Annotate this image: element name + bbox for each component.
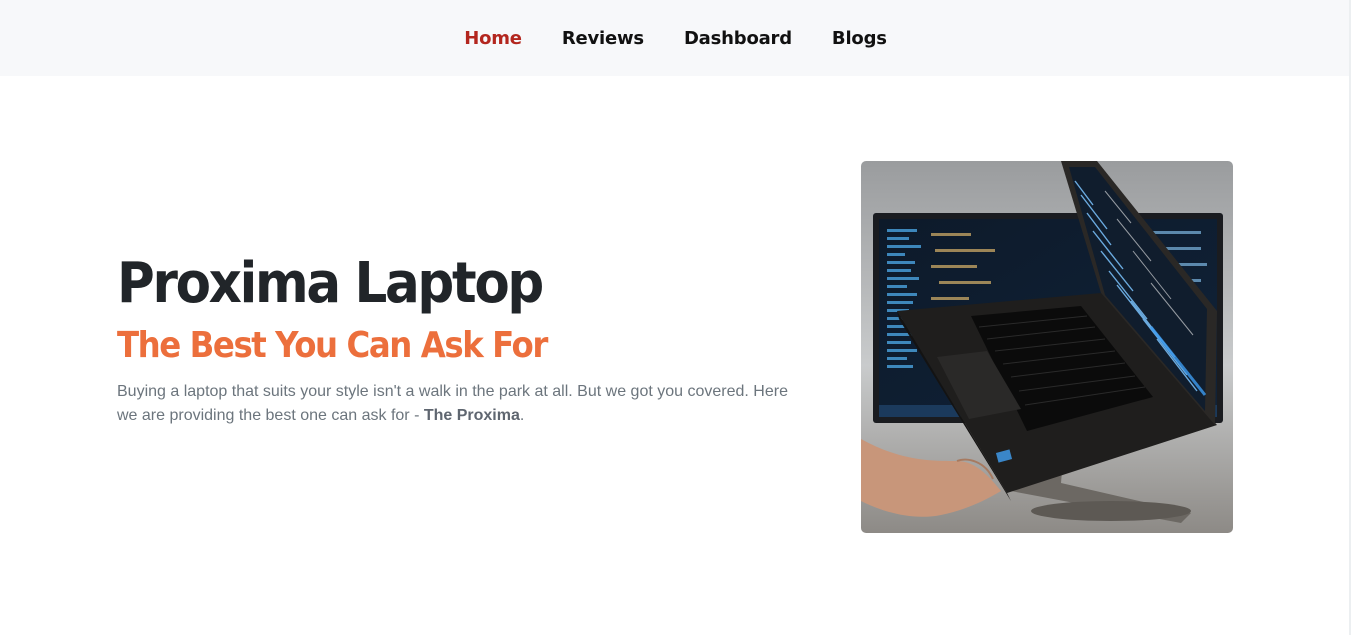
hero-title: Proxima Laptop [117,251,544,316]
nav-link-dashboard[interactable]: Dashboard [684,28,792,49]
hero-section: Proxima Laptop The Best You Can Ask For … [117,248,817,428]
laptop-photo-illustration [861,161,1233,533]
top-navbar: Home Reviews Dashboard Blogs [0,0,1351,76]
nav-link-home[interactable]: Home [464,28,522,49]
hero-description: Buying a laptop that suits your style is… [117,380,802,428]
hero-description-bold: The Proxima [423,407,520,424]
hero-subtitle: The Best You Can Ask For [117,325,548,366]
nav-link-reviews[interactable]: Reviews [562,28,644,49]
hero-laptop-image [861,161,1233,533]
hero-description-end: . [519,407,525,424]
nav-link-blogs[interactable]: Blogs [832,28,887,49]
